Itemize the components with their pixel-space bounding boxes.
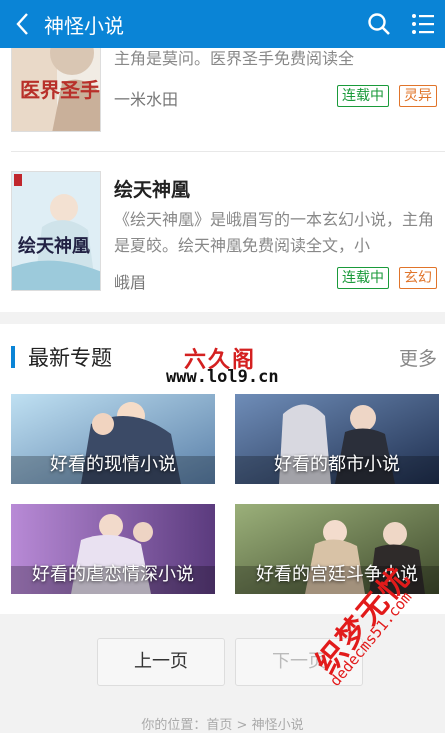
page-title: 神怪小说 [44,13,124,38]
next-page-button[interactable]: 下一页 [235,638,363,686]
logo-url: www.lol9.cn [166,367,279,387]
book-desc: 《绘天神凰》是峨眉写的一本玄幻小说，主角是夏皎。绘天神凰免费阅读全文，小 [114,210,435,255]
more-link[interactable]: 更多 [399,344,437,371]
top-bar: 神怪小说 [0,0,445,48]
svg-text:医界圣手: 医界圣手 [20,78,100,102]
book-item[interactable]: 绘天神凰 绘天神凰 《绘天神凰》是峨眉写的一本玄幻小说，主角是夏皎。绘天神凰免费… [0,171,445,292]
book-title[interactable]: 绘天神凰 [114,175,190,202]
back-button[interactable] [0,0,44,48]
pager: 上一页 下一页 你的位置：首页 > 神怪小说 织梦无忧 dedecms51.co… [0,560,445,733]
prev-page-button[interactable]: 上一页 [97,638,225,686]
topic-card[interactable]: 好看的宫廷斗争小说 [235,504,439,594]
genre-badge: 玄幻 [399,267,437,289]
divider [11,151,445,152]
book-author: 一米水田 [114,90,179,109]
status-badge: 连载中 [337,267,389,289]
topics-section: 最新专题 六久阁 www.lol9.cn 更多 好看的现情小说 好看的都市小说 [0,324,445,614]
book-cover[interactable]: 医界圣手 [11,48,101,132]
topic-label: 好看的现情小说 [50,454,176,475]
topic-label: 好看的都市小说 [274,454,400,475]
chevron-left-icon [16,13,28,35]
site-logo: 六久阁 www.lol9.cn [166,342,286,388]
topic-label: 好看的宫廷斗争小说 [256,564,418,585]
book-desc: 《医界圣手》是一米水田写的一本灵异小说，主角是莫问。医界圣手免费阅读全 [114,49,355,68]
book-list: 医界圣手 《医界圣手》是一米水田写的一本灵异小说，主角是莫问。医界圣手免费阅读全… [0,48,445,312]
svg-text:绘天神凰: 绘天神凰 [18,235,90,257]
list-icon [412,14,434,34]
topic-card[interactable]: 好看的都市小说 [235,394,439,484]
search-button[interactable] [357,0,401,48]
topic-label: 好看的虐恋情深小说 [32,564,194,585]
topic-card[interactable]: 好看的虐恋情深小说 [11,504,215,594]
genre-badge: 灵异 [399,85,437,107]
book-cover[interactable]: 绘天神凰 [11,171,101,291]
section-accent-bar [11,346,15,368]
search-icon [368,13,390,35]
status-badge: 连载中 [337,85,389,107]
book-item[interactable]: 医界圣手 《医界圣手》是一米水田写的一本灵异小说，主角是莫问。医界圣手免费阅读全… [0,48,445,132]
book-author: 峨眉 [114,273,147,292]
section-heading: 最新专题 [28,346,112,370]
menu-button[interactable] [401,0,445,48]
topic-card[interactable]: 好看的现情小说 [11,394,215,484]
breadcrumb: 你的位置：首页 > 神怪小说 [141,718,304,733]
